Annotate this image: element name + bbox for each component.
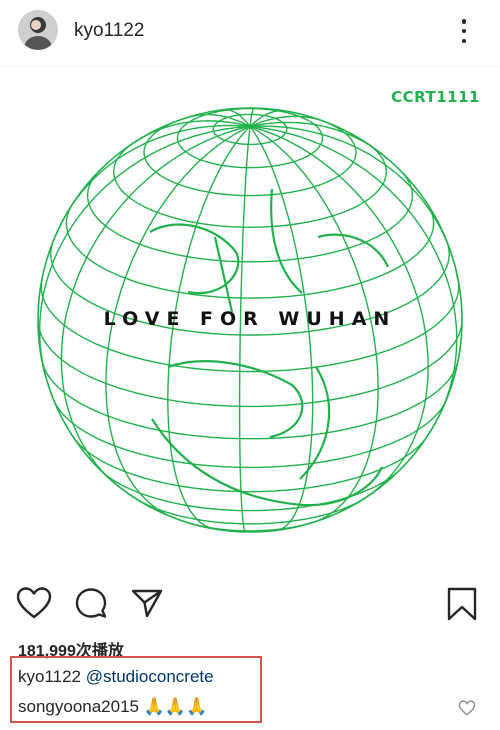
comment: songyoona2015 🙏🙏🙏: [18, 697, 207, 717]
globe-grid-line: [176, 108, 324, 169]
caption-mention[interactable]: @studioconcrete: [86, 667, 214, 686]
bookmark-icon[interactable]: [446, 586, 478, 622]
share-icon[interactable]: [130, 586, 164, 620]
comment-icon[interactable]: [74, 586, 108, 620]
post-image[interactable]: CCRT1111 LOVE FOR WUHAN: [0, 67, 500, 572]
caption-username[interactable]: kyo1122: [18, 667, 81, 686]
avatar-photo: [18, 10, 58, 50]
heart-icon[interactable]: [16, 586, 52, 622]
avatar[interactable]: [18, 10, 58, 50]
action-bar: [0, 582, 500, 626]
globe-grid-line: [40, 356, 460, 440]
post-username[interactable]: kyo1122: [74, 20, 144, 42]
more-options-icon[interactable]: [452, 16, 476, 46]
small-heart-icon[interactable]: [458, 700, 476, 716]
globe-grid-line: [65, 199, 435, 299]
comment-emojis: 🙏🙏🙏: [143, 697, 208, 716]
post-headline: LOVE FOR WUHAN: [103, 308, 397, 330]
calligraphy-strokes: [149, 188, 390, 507]
globe-grid-line: [249, 125, 458, 438]
comment-username[interactable]: songyoona2015: [18, 697, 139, 716]
globe-grid-line: [69, 432, 430, 493]
post-header: kyo1122: [0, 0, 500, 67]
globe-grid-line: [128, 493, 371, 525]
globe-grid-line: [38, 125, 251, 398]
caption: kyo1122 @studioconcrete: [18, 667, 214, 687]
globe-grid-line: [86, 166, 414, 263]
